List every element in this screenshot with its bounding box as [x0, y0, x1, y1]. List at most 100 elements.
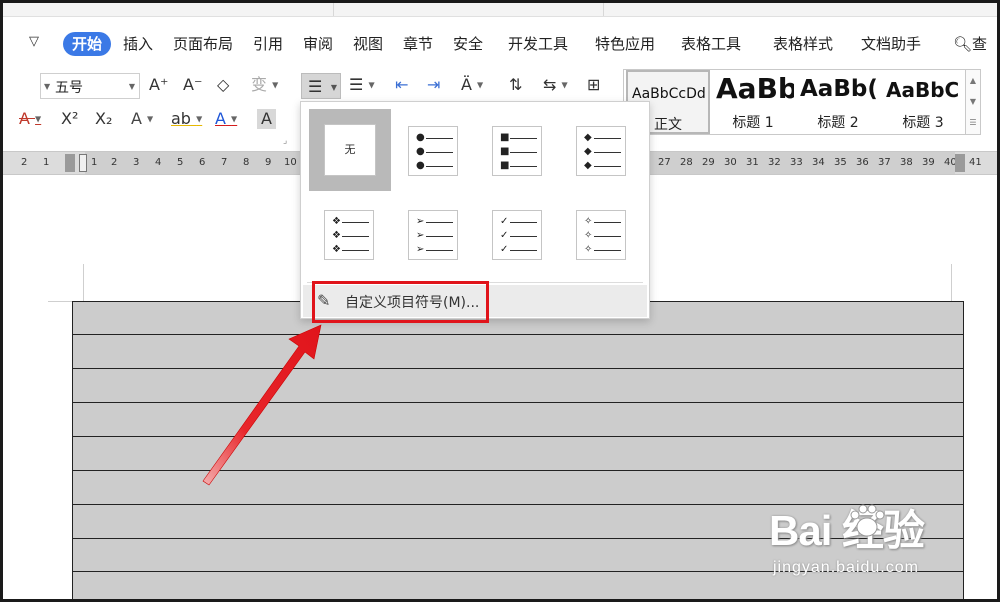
tab-doc-assistant[interactable]: 文档助手	[861, 32, 921, 56]
increase-indent-button[interactable]: ⇥	[427, 75, 440, 95]
ruler-tick: 6	[199, 157, 206, 168]
sort-button[interactable]: ⇅	[509, 75, 522, 95]
ruler-tick: 36	[856, 157, 869, 168]
table-row	[73, 436, 963, 437]
line-spacing-button[interactable]: ⇆ ▼	[543, 75, 568, 96]
style-heading-2[interactable]: AaBb( 标题 2	[796, 70, 880, 134]
ruler-tick: 30	[724, 157, 737, 168]
watermark-url: jingyan.baidu.com	[773, 559, 919, 576]
ruler-tick: 3	[133, 157, 140, 168]
highlight-button[interactable]: ab ▼	[171, 109, 202, 130]
tab-view[interactable]: 视图	[353, 32, 383, 56]
ruler-tick: 31	[746, 157, 759, 168]
chevron-down-icon: ▼	[128, 82, 135, 91]
bullet-option-checkmark[interactable]: ✓ ✓ ✓	[492, 210, 542, 260]
sort-icon: ⇅	[509, 75, 523, 94]
ruler-tick: 5	[177, 157, 184, 168]
change-case-button[interactable]: Ä ▼	[461, 75, 483, 96]
style-sample: AaBb	[716, 72, 794, 105]
bullet-option-filled-diamond[interactable]: ◆ ◆ ◆	[576, 126, 626, 176]
bullet-option-hollow-diamond[interactable]: ✧ ✧ ✧	[576, 210, 626, 260]
style-gallery: AaBbCcDd 正文 AaBb 标题 1 AaBb( 标题 2 AaBbC 标…	[623, 69, 981, 135]
tab-start[interactable]: 开始	[63, 32, 112, 56]
ruler-tick: 29	[702, 157, 715, 168]
ruler-tick: 10	[284, 157, 297, 168]
shrink-font-button[interactable]: A⁻	[183, 75, 202, 95]
ruler-right-margin-marker[interactable]	[955, 154, 965, 172]
app-window: ▽ 开始 插入 页面布局 引用 审阅 视图 章节 安全 开发工具 特色应用 表格…	[0, 0, 1000, 602]
tab-security[interactable]: 安全	[453, 32, 483, 56]
font-dialog-launcher[interactable]: ⌟	[283, 131, 287, 151]
superscript-button[interactable]: X²	[61, 109, 78, 129]
bullet-option-none-selected[interactable]: 无	[309, 109, 391, 191]
font-color-button[interactable]: A ▼	[215, 109, 237, 130]
table-row	[73, 334, 963, 335]
tab-insert[interactable]: 插入	[123, 32, 153, 56]
ruler-tick: 1	[91, 157, 98, 168]
chevron-up-icon[interactable]: ▲	[966, 70, 980, 91]
bullet-option-none[interactable]: 无	[324, 124, 376, 176]
ruler-left-margin-marker[interactable]	[65, 154, 75, 172]
strikethrough-button[interactable]: A ▼	[19, 109, 41, 130]
tab-table-tools[interactable]: 表格工具	[681, 32, 741, 56]
tab-review[interactable]: 审阅	[303, 32, 333, 56]
table-row	[73, 402, 963, 403]
tab-section[interactable]: 章节	[403, 32, 433, 56]
tab-developer[interactable]: 开发工具	[508, 32, 568, 56]
bullet-option-four-diamond[interactable]: ❖ ❖ ❖	[324, 210, 374, 260]
decrease-indent-button[interactable]: ⇤	[395, 75, 408, 95]
numbered-list-button[interactable]: ☰ ▼	[349, 75, 375, 96]
clear-format-button[interactable]: ◇	[217, 75, 229, 95]
ruler-tick: 27	[658, 157, 671, 168]
text-effect-button[interactable]: A ▼	[131, 109, 153, 130]
style-heading-3[interactable]: AaBbC 标题 3	[882, 70, 964, 134]
annotation-highlight-box	[312, 281, 489, 323]
phonetic-guide-button[interactable]: 变 ▼	[251, 75, 278, 96]
style-sample: AaBbCcDd	[632, 86, 706, 102]
table-border-button[interactable]: ⊞	[587, 75, 600, 95]
table-row	[73, 470, 963, 471]
tab-references[interactable]: 引用	[253, 32, 283, 56]
tab-page-layout[interactable]: 页面布局	[173, 32, 233, 56]
chevron-down-icon[interactable]: ▽	[29, 34, 39, 49]
expand-icon[interactable]: ☰	[966, 112, 980, 133]
bullet-list-button[interactable]: ☰ ▼	[301, 73, 341, 99]
ruler-tick: 34	[812, 157, 825, 168]
ruler-tick: 41	[969, 157, 982, 168]
bullet-option-arrowhead[interactable]: ➢ ➢ ➢	[408, 210, 458, 260]
char-shading-button[interactable]: A	[257, 109, 276, 129]
ruler-tick: 9	[265, 157, 272, 168]
style-heading-1[interactable]: AaBb 标题 1	[712, 70, 794, 134]
paw-icon	[850, 504, 885, 537]
bullet-list-icon: ☰	[308, 77, 323, 96]
style-label: 标题 3	[902, 115, 944, 131]
font-size-value: 五号	[55, 80, 83, 96]
highlight-icon: ab	[171, 109, 191, 128]
search-button[interactable]: 🔍︎查	[953, 32, 987, 56]
chevron-down-icon[interactable]: ▼	[966, 91, 980, 112]
style-gallery-scroll[interactable]: ▲ ▼ ☰	[965, 69, 981, 135]
tab-features[interactable]: 特色应用	[595, 32, 655, 56]
text-outline-icon: A	[131, 109, 142, 128]
title-strip	[3, 3, 997, 17]
subscript-button[interactable]: X₂	[95, 109, 112, 129]
chevron-down-icon: ▼	[44, 82, 51, 91]
page-corner-mark	[951, 264, 952, 302]
bullet-option-filled-circle[interactable]: ● ● ●	[408, 126, 458, 176]
ruler-tick: 7	[221, 157, 228, 168]
bullet-option-filled-square[interactable]: ■ ■ ■	[492, 126, 542, 176]
numbered-list-icon: ☰	[349, 75, 364, 94]
baidu-watermark: Bai 经验 jingyan.baidu.com	[769, 497, 969, 587]
ruler-tick: 32	[768, 157, 781, 168]
ruler-tick: 39	[922, 157, 935, 168]
grow-font-button[interactable]: A⁺	[149, 75, 168, 95]
ruler-tick: 1	[43, 157, 50, 168]
font-size-select[interactable]: ▼ 五号 ▼	[40, 73, 140, 99]
style-sample: AaBbC	[886, 78, 960, 102]
indent-icon: ⇥	[427, 75, 441, 94]
indent-marker[interactable]	[79, 154, 87, 172]
outdent-icon: ⇤	[395, 75, 409, 94]
tab-table-style[interactable]: 表格样式	[773, 32, 833, 56]
eraser-icon: ◇	[217, 75, 230, 94]
ruler-tick: 8	[243, 157, 250, 168]
